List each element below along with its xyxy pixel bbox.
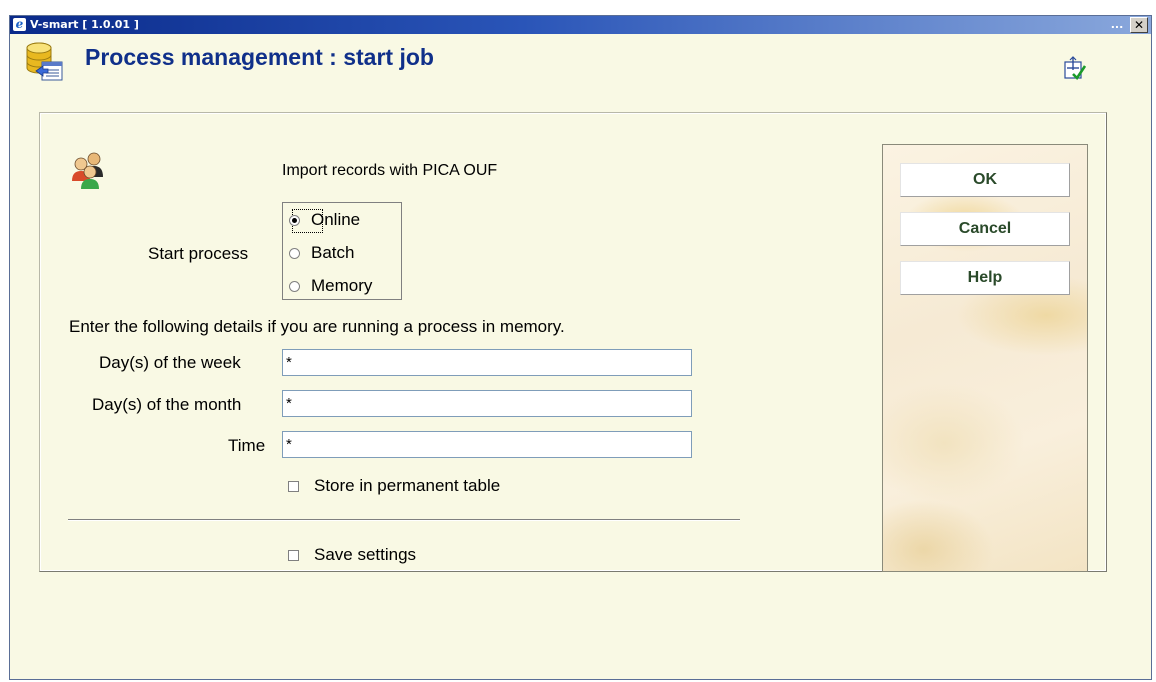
radio-batch[interactable]: Batch bbox=[289, 242, 354, 264]
ok-button[interactable]: OK bbox=[900, 163, 1070, 197]
select-check-icon[interactable] bbox=[1064, 56, 1086, 80]
users-group-icon bbox=[72, 152, 103, 189]
window-title: V-smart [ 1.0.01 ] bbox=[30, 18, 139, 31]
radio-button-online[interactable] bbox=[289, 214, 300, 226]
days-of-month-input[interactable] bbox=[282, 390, 692, 417]
days-of-month-label: Day(s) of the month bbox=[92, 395, 242, 414]
button-panel bbox=[882, 144, 1088, 572]
save-settings-checkbox[interactable] bbox=[288, 549, 299, 561]
page-title: Process management : start job bbox=[85, 44, 434, 70]
time-label: Time bbox=[228, 436, 266, 455]
time-input[interactable] bbox=[282, 431, 692, 458]
start-process-label: Start process bbox=[148, 244, 249, 263]
minimize-button[interactable]: ... bbox=[1109, 17, 1125, 32]
close-button[interactable]: ✕ bbox=[1130, 17, 1148, 33]
radio-label-memory[interactable]: Memory bbox=[311, 276, 372, 296]
save-settings-label[interactable]: Save settings bbox=[314, 545, 416, 565]
radio-button-memory[interactable] bbox=[289, 280, 300, 292]
store-permanent-label[interactable]: Store in permanent table bbox=[314, 476, 500, 496]
save-settings-row[interactable]: Save settings bbox=[288, 544, 416, 566]
close-icon: ✕ bbox=[1133, 18, 1145, 32]
title-bar[interactable]: e V-smart [ 1.0.01 ] ... ✕ bbox=[10, 16, 1151, 34]
memory-note: Enter the following details if you are r… bbox=[69, 317, 565, 336]
days-of-week-label: Day(s) of the week bbox=[99, 353, 241, 372]
radio-online[interactable]: Online bbox=[289, 209, 360, 233]
radio-memory[interactable]: Memory bbox=[289, 275, 372, 297]
radio-button-batch[interactable] bbox=[289, 247, 300, 259]
divider bbox=[68, 519, 740, 521]
store-permanent-row[interactable]: Store in permanent table bbox=[288, 475, 500, 497]
help-button[interactable]: Help bbox=[900, 261, 1070, 295]
days-of-week-input[interactable] bbox=[282, 349, 692, 376]
store-permanent-checkbox[interactable] bbox=[288, 480, 299, 492]
database-import-icon bbox=[26, 42, 63, 81]
job-title: Import records with PICA OUF bbox=[282, 162, 498, 179]
cancel-button[interactable]: Cancel bbox=[900, 212, 1070, 246]
app-icon: e bbox=[13, 18, 26, 31]
radio-label-batch[interactable]: Batch bbox=[311, 243, 354, 263]
start-process-radio-group: Online Batch Memory bbox=[282, 202, 402, 300]
